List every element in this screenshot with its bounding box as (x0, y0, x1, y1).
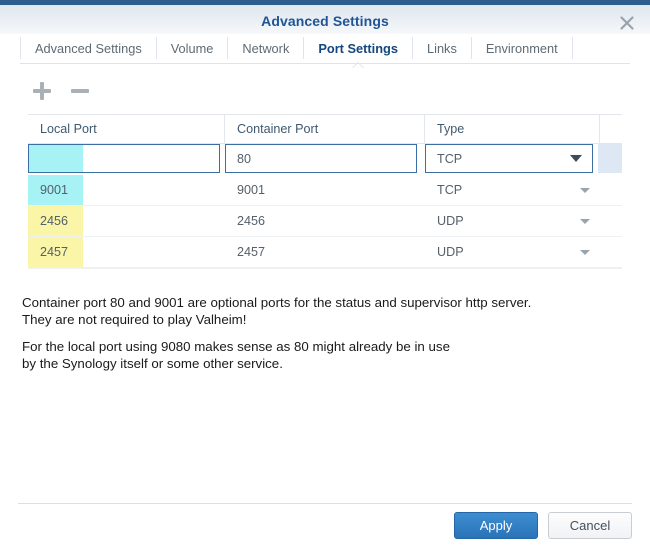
tab-links[interactable]: Links (413, 34, 471, 63)
tab-bar-spacer (0, 34, 20, 63)
grid-header-row: Local Port Container Port Type (28, 114, 622, 144)
container-port-cell[interactable]: 2457 (225, 237, 425, 267)
cancel-button[interactable]: Cancel (548, 512, 632, 539)
tab-label: Environment (485, 41, 558, 56)
type-select[interactable]: TCP (425, 144, 593, 173)
footer-divider (18, 503, 632, 504)
tab-label: Port Settings (318, 41, 398, 56)
container-port-cell[interactable]: 2456 (225, 206, 425, 236)
column-header-spacer (600, 115, 622, 143)
container-port-value: 2456 (237, 214, 266, 228)
grid-bottom-divider (28, 268, 622, 269)
type-cell[interactable]: UDP (425, 206, 600, 236)
container-port-input[interactable] (225, 144, 417, 173)
table-row[interactable]: 2457 2457 UDP (28, 237, 622, 268)
container-port-cell[interactable]: 9001 (225, 175, 425, 205)
tab-underline (20, 63, 630, 64)
tab-environment[interactable]: Environment (472, 34, 572, 63)
tab-volume[interactable]: Volume (157, 34, 228, 63)
row-end-spacer (600, 237, 622, 267)
column-header-container-port[interactable]: Container Port (225, 115, 425, 143)
row-end-spacer (600, 206, 622, 236)
tab-advanced-settings[interactable]: Advanced Settings (21, 34, 156, 63)
type-select-value: TCP (437, 151, 463, 166)
minus-icon[interactable] (68, 79, 92, 103)
window-title: Advanced Settings (261, 13, 389, 29)
column-header-type[interactable]: Type (425, 115, 600, 143)
local-port-value: 2456 (40, 214, 69, 228)
local-port-cell[interactable]: 9001 (28, 175, 225, 205)
tab-bar: Advanced Settings Volume Network Port Se… (0, 34, 650, 63)
container-port-value: 2457 (237, 245, 266, 259)
tab-label: Links (426, 41, 457, 56)
type-value: UDP (437, 214, 464, 228)
column-header-local-port[interactable]: Local Port (28, 115, 225, 143)
grid-toolbar (30, 78, 92, 104)
port-settings-grid: Local Port Container Port Type TCP 9001 … (28, 114, 622, 269)
local-port-value: 2457 (40, 245, 69, 259)
chevron-down-icon[interactable] (580, 249, 590, 255)
table-row[interactable]: 2456 2456 UDP (28, 206, 622, 237)
tab-port-settings[interactable]: Port Settings (304, 34, 412, 63)
title-bar: Advanced Settings (0, 5, 650, 35)
chevron-down-icon (570, 155, 582, 162)
local-port-cell[interactable]: 2456 (28, 206, 225, 236)
description-paragraph-1: Container port 80 and 9001 are optional … (22, 295, 532, 327)
chevron-down-icon[interactable] (580, 187, 590, 193)
type-cell[interactable]: UDP (425, 237, 600, 267)
apply-button[interactable]: Apply (454, 512, 538, 539)
tab-label: Advanced Settings (35, 41, 142, 56)
chevron-down-icon[interactable] (580, 218, 590, 224)
tab-label: Volume (170, 41, 214, 56)
container-port-value: 9001 (237, 183, 266, 197)
close-icon[interactable] (618, 14, 636, 32)
row-end-spacer (600, 175, 622, 205)
row-selected-indicator (598, 144, 622, 173)
local-port-input[interactable] (28, 144, 220, 173)
tab-label: Network (242, 41, 290, 56)
type-value: TCP (437, 183, 463, 197)
table-row[interactable]: 9001 9001 TCP (28, 175, 622, 206)
local-port-value: 9001 (40, 183, 69, 197)
local-port-cell[interactable]: 2457 (28, 237, 225, 267)
type-value: UDP (437, 245, 464, 259)
description-paragraph-2: For the local port using 9080 makes sens… (22, 339, 450, 371)
plus-icon[interactable] (30, 79, 54, 103)
tab-divider (571, 37, 573, 59)
type-cell[interactable]: TCP (425, 175, 600, 205)
table-row[interactable]: TCP (28, 144, 622, 175)
footer-buttons: Apply Cancel (454, 512, 632, 539)
tab-network[interactable]: Network (228, 34, 303, 63)
